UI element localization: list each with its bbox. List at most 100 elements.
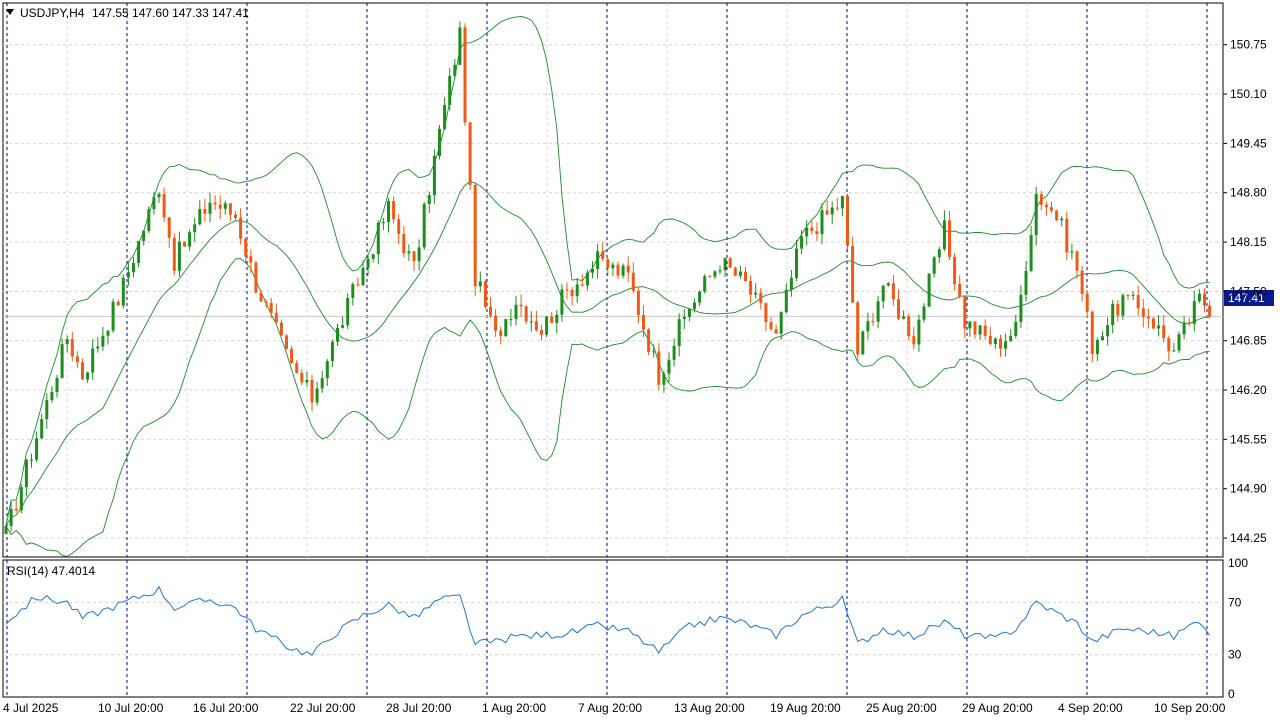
candle-body [234, 214, 237, 218]
rsi-panel-frame [2, 559, 1224, 698]
candle-body [478, 281, 482, 287]
candle-body [1039, 194, 1043, 205]
candle-body [861, 331, 865, 355]
candle-body [529, 321, 533, 323]
candle-body [585, 272, 589, 286]
time-axis-label: 4 Sep 20:00 [1058, 701, 1123, 715]
rsi-line [5, 585, 1211, 656]
candle-body [407, 251, 411, 254]
candle-body [606, 259, 610, 269]
candle-body [172, 237, 176, 271]
candle-body [759, 292, 763, 304]
candle-body [912, 336, 916, 345]
candle-body [310, 379, 314, 403]
candle-body [376, 222, 380, 255]
price-tick-label: 145.55 [1230, 432, 1267, 446]
candle-body [993, 338, 997, 344]
candle-body [774, 329, 778, 334]
candle-body [927, 273, 931, 307]
candle-body [300, 372, 304, 383]
candle-body [1187, 322, 1191, 324]
candle-body [86, 372, 90, 380]
candle-body [718, 270, 722, 272]
candle-body [1136, 294, 1140, 309]
candle-body [958, 283, 962, 297]
time-axis-label: 10 Sep 20:00 [1154, 701, 1226, 715]
price-tick-label: 146.20 [1230, 383, 1267, 397]
candle-body [840, 196, 844, 209]
candle-body [662, 373, 666, 385]
candle-body [1167, 338, 1171, 352]
price-panel-frame [2, 2, 1224, 558]
candle-body [422, 203, 426, 248]
candle-body [147, 209, 151, 231]
candle-body [693, 302, 696, 309]
price-tick-label: 144.25 [1230, 531, 1267, 545]
candle-body [106, 330, 110, 336]
candle-body [708, 276, 712, 278]
candle-body [35, 438, 39, 460]
candle-body [463, 27, 467, 123]
candle-body [596, 251, 600, 269]
candle-body [1060, 218, 1064, 221]
candle-body [397, 219, 401, 234]
price-tick-label: 148.15 [1230, 235, 1267, 249]
rsi-tick-label: 0 [1228, 687, 1235, 701]
candle-body [341, 325, 345, 328]
candle-body [218, 204, 222, 209]
candle-body [330, 341, 334, 362]
candle-body [1019, 294, 1023, 323]
candle-body [183, 241, 186, 247]
candle-body [24, 459, 28, 488]
candle-body [244, 238, 248, 257]
candle-body [30, 459, 33, 461]
candle-body [203, 209, 207, 214]
candle-body [101, 335, 105, 347]
candle-body [137, 240, 141, 263]
price-tick-label: 144.90 [1230, 482, 1267, 496]
candle-body [1208, 305, 1212, 317]
candle-body [336, 327, 339, 342]
candle-body [387, 201, 390, 223]
candle-body [810, 227, 814, 232]
candle-body [937, 249, 941, 258]
candle-body [580, 284, 584, 286]
candle-body [70, 339, 74, 357]
candle-body [1146, 316, 1150, 319]
candle-body [800, 236, 804, 249]
candle-body [448, 75, 452, 106]
candle-body [744, 271, 747, 282]
time-axis-label: 13 Aug 20:00 [674, 701, 745, 715]
candle-body [728, 258, 732, 268]
candle-body [591, 268, 594, 273]
candle-body [1106, 325, 1110, 337]
candle-body [412, 251, 416, 262]
candle-body [1152, 318, 1155, 329]
candle-body [891, 283, 895, 300]
candle-body [290, 348, 294, 364]
candle-body [626, 265, 630, 273]
candle-body [514, 304, 518, 320]
candle-body [1162, 325, 1166, 339]
candle-body [871, 321, 875, 323]
rsi-tick-label: 100 [1228, 556, 1248, 570]
trading-chart[interactable]: USDJPY,H4 147.55 147.60 147.33 147.41 14… [0, 0, 1280, 720]
candle-body [524, 306, 528, 322]
price-tick-label: 147.50 [1230, 284, 1267, 298]
candle-body [647, 329, 651, 353]
candle-body [550, 316, 554, 323]
rsi-tick-label: 70 [1228, 595, 1242, 609]
candle-body [953, 256, 957, 284]
candle-body [483, 281, 487, 307]
candle-body [963, 296, 967, 329]
candle-body [152, 197, 156, 210]
candle-body [126, 272, 130, 278]
candle-body [305, 379, 309, 383]
candle-body [111, 301, 115, 331]
candle-body [917, 319, 921, 345]
time-axis-label: 25 Aug 20:00 [866, 701, 937, 715]
candle-body [902, 316, 906, 319]
candle-body [315, 388, 319, 403]
price-tick-label: 149.45 [1230, 136, 1267, 150]
candle-body [91, 348, 95, 373]
